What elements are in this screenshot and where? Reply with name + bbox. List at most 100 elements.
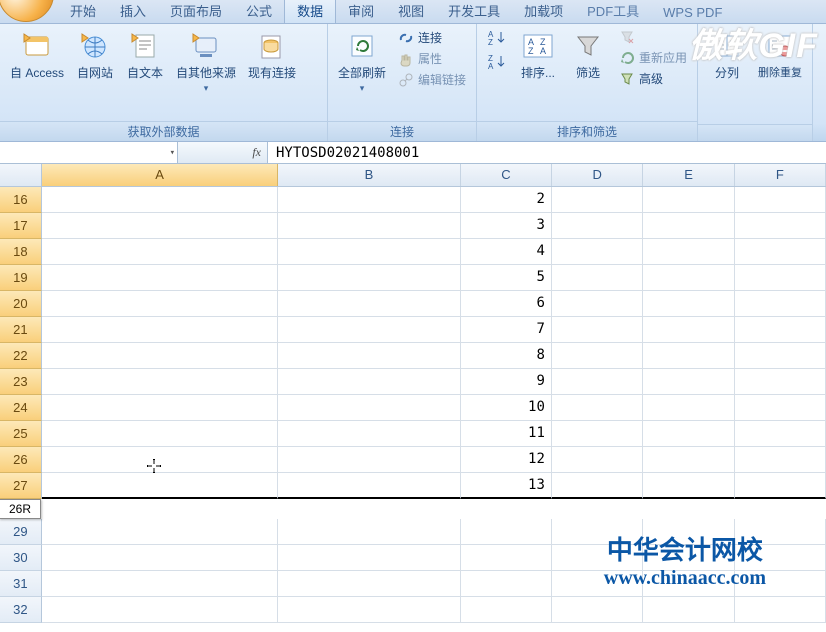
cell-B26[interactable]	[278, 447, 461, 473]
tab-10[interactable]: WPS PDF	[651, 2, 734, 23]
cell-F26[interactable]	[735, 447, 826, 473]
cell-E29[interactable]	[643, 519, 734, 545]
cell-B27[interactable]	[278, 473, 461, 499]
cell-C23[interactable]: 9	[461, 369, 552, 395]
row-header-edit[interactable]: 26R	[0, 499, 41, 519]
row-header-18[interactable]: 18	[0, 239, 42, 265]
cell-C26[interactable]: 12	[461, 447, 552, 473]
cell-F25[interactable]	[735, 421, 826, 447]
cell-B31[interactable]	[278, 571, 461, 597]
from-other-button[interactable]: 自其他来源	[172, 28, 240, 96]
tab-4[interactable]: 数据	[284, 0, 336, 23]
clear-filter-button[interactable]: clr	[615, 28, 691, 46]
cell-F20[interactable]	[735, 291, 826, 317]
cell-A31[interactable]	[42, 571, 278, 597]
sort-az-button[interactable]: AZ	[483, 28, 511, 48]
cell-D18[interactable]	[552, 239, 643, 265]
cell-B22[interactable]	[278, 343, 461, 369]
cell-A17[interactable]	[42, 213, 278, 239]
cell-C31[interactable]	[461, 571, 552, 597]
cell-D26[interactable]	[552, 447, 643, 473]
cell-D25[interactable]	[552, 421, 643, 447]
text-to-columns-button[interactable]: 分列	[704, 28, 750, 83]
cell-D20[interactable]	[552, 291, 643, 317]
row-header-26[interactable]: 26	[0, 447, 42, 473]
cell-E32[interactable]	[643, 597, 734, 623]
row-header-21[interactable]: 21	[0, 317, 42, 343]
cell-B30[interactable]	[278, 545, 461, 571]
cell-F27[interactable]	[735, 473, 826, 499]
col-header-A[interactable]: A	[42, 164, 278, 186]
cell-E19[interactable]	[643, 265, 734, 291]
cell-B20[interactable]	[278, 291, 461, 317]
cell-E21[interactable]	[643, 317, 734, 343]
cell-E20[interactable]	[643, 291, 734, 317]
cell-E25[interactable]	[643, 421, 734, 447]
cell-D32[interactable]	[552, 597, 643, 623]
cell-A26[interactable]	[42, 447, 278, 473]
cell-A24[interactable]	[42, 395, 278, 421]
cell-F17[interactable]	[735, 213, 826, 239]
row-header-31[interactable]: 31	[0, 571, 42, 597]
cell-B29[interactable]	[278, 519, 461, 545]
sort-za-button[interactable]: ZA	[483, 52, 511, 72]
reapply-button[interactable]: 重新应用	[615, 48, 691, 67]
row-header-24[interactable]: 24	[0, 395, 42, 421]
cell-E24[interactable]	[643, 395, 734, 421]
cell-C21[interactable]: 7	[461, 317, 552, 343]
tab-1[interactable]: 插入	[108, 0, 158, 23]
cell-F31[interactable]	[735, 571, 826, 597]
cell-E17[interactable]	[643, 213, 734, 239]
select-all-corner[interactable]	[0, 164, 42, 187]
cell-B24[interactable]	[278, 395, 461, 421]
cell-C25[interactable]: 11	[461, 421, 552, 447]
cell-F18[interactable]	[735, 239, 826, 265]
tab-3[interactable]: 公式	[234, 0, 284, 23]
from-web-button[interactable]: 自网站	[72, 28, 118, 83]
cell-D31[interactable]	[552, 571, 643, 597]
cell-A23[interactable]	[42, 369, 278, 395]
cell-D21[interactable]	[552, 317, 643, 343]
row-header-30[interactable]: 30	[0, 545, 42, 571]
cell-C29[interactable]	[461, 519, 552, 545]
cell-D22[interactable]	[552, 343, 643, 369]
from-access-button[interactable]: 自 Access	[6, 28, 68, 83]
row-header-20[interactable]: 20	[0, 291, 42, 317]
tab-2[interactable]: 页面布局	[158, 0, 234, 23]
cell-A20[interactable]	[42, 291, 278, 317]
cell-B23[interactable]	[278, 369, 461, 395]
row-header-19[interactable]: 19	[0, 265, 42, 291]
cell-D23[interactable]	[552, 369, 643, 395]
cell-C27[interactable]: 13	[461, 473, 552, 499]
cell-D27[interactable]	[552, 473, 643, 499]
advanced-button[interactable]: 高级	[615, 69, 691, 88]
cell-A29[interactable]	[42, 519, 278, 545]
name-box[interactable]	[0, 142, 178, 163]
cell-D17[interactable]	[552, 213, 643, 239]
col-header-D[interactable]: D	[552, 164, 643, 186]
cell-D29[interactable]	[552, 519, 643, 545]
edit-links-button[interactable]: 编辑链接	[394, 70, 470, 89]
row-header-25[interactable]: 25	[0, 421, 42, 447]
cell-E26[interactable]	[643, 447, 734, 473]
cell-C17[interactable]: 3	[461, 213, 552, 239]
col-header-E[interactable]: E	[643, 164, 734, 186]
cell-A25[interactable]	[42, 421, 278, 447]
refresh-all-button[interactable]: 全部刷新	[334, 28, 390, 96]
cell-E27[interactable]	[643, 473, 734, 499]
row-header-23[interactable]: 23	[0, 369, 42, 395]
sort-button[interactable]: AZZA 排序...	[515, 28, 561, 83]
cell-F24[interactable]	[735, 395, 826, 421]
tab-8[interactable]: 加载项	[512, 0, 575, 23]
tab-5[interactable]: 审阅	[336, 0, 386, 23]
cell-C19[interactable]: 5	[461, 265, 552, 291]
cell-F23[interactable]	[735, 369, 826, 395]
cell-A21[interactable]	[42, 317, 278, 343]
cell-A16[interactable]	[42, 187, 278, 213]
row-header-29[interactable]: 29	[0, 519, 42, 545]
connections-button[interactable]: 连接	[394, 28, 470, 47]
cell-A19[interactable]	[42, 265, 278, 291]
cell-E23[interactable]	[643, 369, 734, 395]
cell-B25[interactable]	[278, 421, 461, 447]
cell-E18[interactable]	[643, 239, 734, 265]
